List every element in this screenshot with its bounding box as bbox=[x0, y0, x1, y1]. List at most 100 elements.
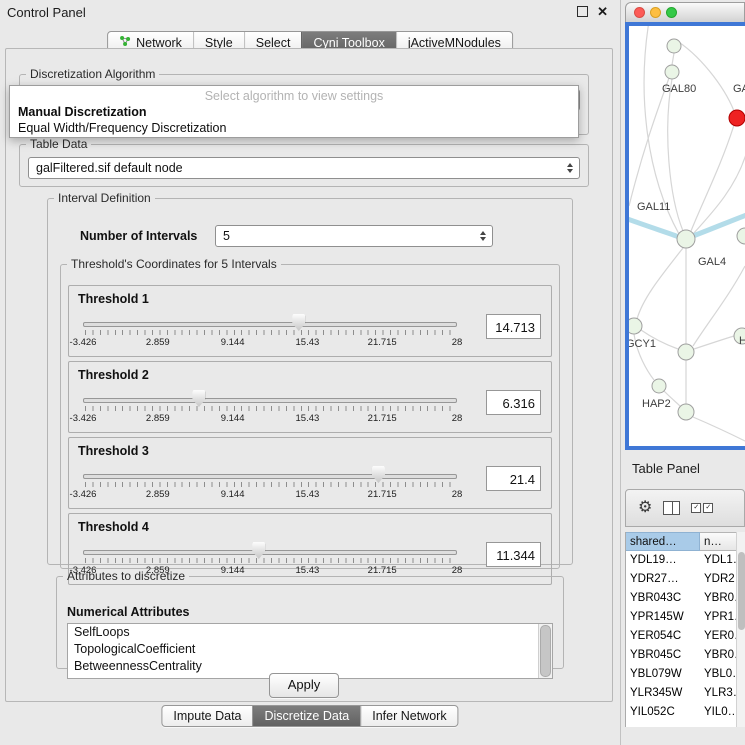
num-intervals-combo[interactable]: 5 bbox=[215, 225, 493, 247]
network-node[interactable] bbox=[629, 318, 642, 334]
slider-thumb[interactable] bbox=[372, 466, 385, 483]
table-row[interactable]: YBL079WYBL0… bbox=[626, 665, 745, 684]
table-row[interactable]: YBR043CYBR0… bbox=[626, 589, 745, 608]
threshold-slider[interactable]: -3.4262.8599.14415.4321.71528 bbox=[83, 388, 457, 428]
table-cell[interactable]: YBR0… bbox=[700, 589, 737, 608]
table-row[interactable]: YDR27…YDR2… bbox=[626, 570, 745, 589]
network-node[interactable] bbox=[652, 379, 666, 393]
slider-tick-labels: -3.4262.8599.14415.4321.71528 bbox=[83, 337, 457, 349]
table-cell[interactable]: YDL1… bbox=[700, 551, 737, 570]
algorithm-popup-options: Manual DiscretizationEqual Width/Frequen… bbox=[10, 104, 578, 136]
network-node[interactable] bbox=[665, 65, 679, 79]
table-cell[interactable]: YDR27… bbox=[626, 570, 700, 589]
scrollbar-thumb[interactable] bbox=[738, 552, 745, 630]
network-node[interactable] bbox=[737, 228, 745, 244]
bottom-tab-segment: Impute Data Discretize Data Infer Network bbox=[161, 705, 458, 727]
network-node[interactable] bbox=[678, 344, 694, 360]
slider-thumb[interactable] bbox=[192, 390, 205, 407]
algorithm-dropdown-popup: Select algorithm to view settings Manual… bbox=[9, 85, 579, 138]
threshold-value-field[interactable]: 21.4 bbox=[486, 466, 541, 491]
threshold-label: Threshold 4 bbox=[78, 520, 149, 534]
thresholds-group-label: Threshold's Coordinates for 5 Intervals bbox=[67, 257, 281, 271]
network-node[interactable] bbox=[667, 39, 681, 53]
column-header-n[interactable]: n… bbox=[700, 532, 737, 551]
slider-track[interactable] bbox=[83, 550, 457, 555]
table-cell[interactable]: YER054C bbox=[626, 627, 700, 646]
network-node-selected[interactable] bbox=[729, 110, 745, 126]
table-cell[interactable]: YBL079W bbox=[626, 665, 700, 684]
list-scrollbar[interactable] bbox=[538, 624, 552, 678]
threshold-value-field[interactable]: 11.344 bbox=[486, 542, 541, 567]
network-node-label: GCY1 bbox=[629, 338, 656, 350]
network-edge bbox=[672, 53, 674, 65]
table-cell[interactable]: YDL19… bbox=[626, 551, 700, 570]
network-edge-highlighted bbox=[629, 218, 679, 237]
table-row[interactable]: YER054CYER0… bbox=[626, 627, 745, 646]
close-icon[interactable]: ✕ bbox=[597, 7, 608, 17]
slider-track[interactable] bbox=[83, 398, 457, 403]
columns-icon[interactable] bbox=[663, 501, 680, 515]
attribute-list-item[interactable]: SelfLoops bbox=[68, 624, 552, 641]
table-cell[interactable]: YIL052C bbox=[626, 703, 700, 722]
table-cell[interactable]: YIL0… bbox=[700, 703, 737, 722]
table-row[interactable]: YDL19…YDL1… bbox=[626, 551, 745, 570]
table-cell[interactable]: YLR345W bbox=[626, 684, 700, 703]
minimize-traffic-light-icon[interactable] bbox=[650, 7, 661, 18]
float-window-icon[interactable] bbox=[577, 6, 588, 17]
slider-thumb[interactable] bbox=[292, 314, 305, 331]
threshold-value-field[interactable]: 6.316 bbox=[486, 390, 541, 415]
network-svg: GAL80GAGAL11GAL4GCY1HHAP2 bbox=[629, 26, 745, 446]
table-row[interactable]: YPR145WYPR1… bbox=[626, 608, 745, 627]
checkbox-icons[interactable]: ✓ ✓ bbox=[691, 503, 713, 513]
table-cell[interactable]: YBR0… bbox=[700, 646, 737, 665]
tab-infer-network[interactable]: Infer Network bbox=[360, 706, 457, 726]
network-edge bbox=[694, 336, 734, 349]
numerical-attributes-list[interactable]: SelfLoopsTopologicalCoefficientBetweenne… bbox=[67, 623, 553, 679]
tab-impute-data[interactable]: Impute Data bbox=[162, 706, 252, 726]
table-cell[interactable]: YBR045C bbox=[626, 646, 700, 665]
apply-button[interactable]: Apply bbox=[269, 673, 339, 698]
zoom-traffic-light-icon[interactable] bbox=[666, 7, 677, 18]
table-cell[interactable]: YLR3… bbox=[700, 684, 737, 703]
network-node[interactable] bbox=[678, 404, 694, 420]
tick-label: 9.144 bbox=[221, 413, 245, 424]
table-cell[interactable]: YBL0… bbox=[700, 665, 737, 684]
checkbox-icon[interactable]: ✓ bbox=[703, 503, 713, 513]
num-intervals-value: 5 bbox=[223, 229, 230, 243]
tick-label: 21.715 bbox=[368, 413, 397, 424]
checkbox-icon[interactable]: ✓ bbox=[691, 503, 701, 513]
network-node[interactable] bbox=[677, 230, 695, 248]
table-data-combo[interactable]: galFiltered.sif default node bbox=[28, 157, 580, 179]
slider-ticks bbox=[85, 482, 455, 487]
table-cell[interactable]: YDR2… bbox=[700, 570, 737, 589]
table-row[interactable]: YIL052CYIL0… bbox=[626, 703, 745, 722]
table-scrollbar[interactable] bbox=[736, 532, 745, 727]
network-window-titlebar[interactable] bbox=[625, 2, 745, 22]
threshold-value-field[interactable]: 14.713 bbox=[486, 314, 541, 339]
table-cell[interactable]: YPR145W bbox=[626, 608, 700, 627]
threshold-slider[interactable]: -3.4262.8599.14415.4321.71528 bbox=[83, 312, 457, 352]
slider-track[interactable] bbox=[83, 474, 457, 479]
column-header-shared[interactable]: shared… bbox=[626, 532, 700, 551]
table-row[interactable]: YLR345WYLR3… bbox=[626, 684, 745, 703]
algorithm-option[interactable]: Manual Discretization bbox=[10, 104, 578, 120]
gear-icon[interactable]: ⚙ bbox=[638, 500, 652, 516]
table-cell[interactable]: YPR1… bbox=[700, 608, 737, 627]
close-traffic-light-icon[interactable] bbox=[634, 7, 645, 18]
scrollbar-thumb[interactable] bbox=[540, 625, 551, 677]
slider-track[interactable] bbox=[83, 322, 457, 327]
slider-thumb[interactable] bbox=[252, 542, 265, 559]
threshold-label: Threshold 2 bbox=[78, 368, 149, 382]
tab-discretize-data[interactable]: Discretize Data bbox=[253, 706, 361, 726]
algorithm-option[interactable]: Equal Width/Frequency Discretization bbox=[10, 120, 578, 136]
table-cell[interactable]: YBR043C bbox=[626, 589, 700, 608]
window-controls: ✕ bbox=[577, 6, 608, 17]
network-canvas[interactable]: GAL80GAGAL11GAL4GCY1HHAP2 bbox=[629, 26, 745, 446]
network-node-label: GAL11 bbox=[637, 201, 670, 213]
threshold-slider[interactable]: -3.4262.8599.14415.4321.71528 bbox=[83, 464, 457, 504]
tick-label: 2.859 bbox=[146, 413, 170, 424]
tab-label: Discretize Data bbox=[265, 709, 350, 723]
table-row[interactable]: YBR045CYBR0… bbox=[626, 646, 745, 665]
attribute-list-item[interactable]: TopologicalCoefficient bbox=[68, 641, 552, 658]
table-cell[interactable]: YER0… bbox=[700, 627, 737, 646]
